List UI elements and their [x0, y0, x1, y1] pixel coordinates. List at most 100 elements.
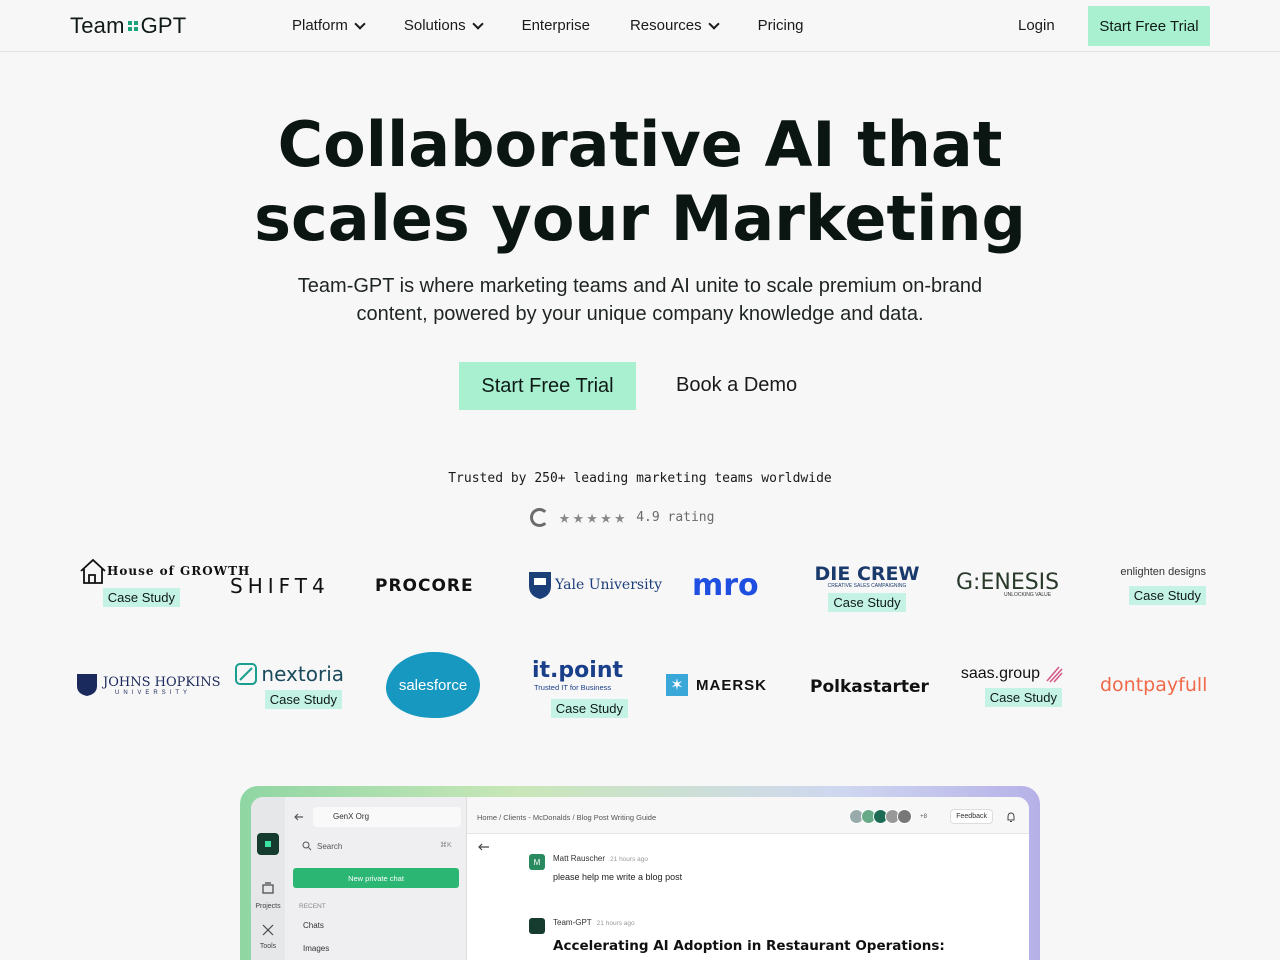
logo-enlighten-designs[interactable]: enlighten designs Case Study [1100, 566, 1206, 605]
logo-shift4: SHIFT4 [230, 574, 330, 598]
nav-item-label: Enterprise [521, 17, 590, 34]
logo-subtext: UNIVERSITY [115, 689, 192, 696]
sidebar-search[interactable]: Search [317, 842, 342, 851]
brand-logo[interactable]: Team GPT [70, 13, 186, 39]
jh-shield-icon [77, 674, 97, 696]
logo-procore: PROCORE [375, 576, 474, 596]
login-link[interactable]: Login [1018, 17, 1055, 34]
brand-mark-icon [127, 21, 138, 31]
logo-subtext: CREATIVE SALES CAMPAIGNING [827, 583, 907, 589]
saas-group-mark: saas.group [961, 664, 1064, 684]
logo-text: mro [692, 568, 759, 603]
chevron-down-icon [471, 17, 484, 30]
jh-text: JOHNS HOPKINS UNIVERSITY [103, 675, 221, 696]
start-free-trial-button[interactable]: Start Free Trial [1088, 6, 1210, 46]
message-time: 21 hours ago [596, 920, 635, 927]
hero-subtitle: Team-GPT is where marketing teams and AI… [260, 272, 1020, 328]
case-study-badge[interactable]: Case Study [550, 699, 628, 718]
message-text: please help me write a blog post [553, 872, 683, 882]
app-screenshot: Projects Tools GenX Org Search ⌘K New pr… [251, 797, 1029, 960]
logo-salesforce: salesforce [386, 652, 480, 718]
nav-item-pricing[interactable]: Pricing [758, 17, 804, 34]
top-navbar: Team GPT Platform Solutions Enterprise R… [0, 0, 1280, 52]
tools-icon[interactable] [261, 923, 275, 937]
message-author: Team-GPT 21 hours ago [553, 918, 635, 927]
case-study-badge[interactable]: Case Study [102, 588, 180, 607]
logo-subtext: UNLOCKING VALUE [1003, 592, 1052, 598]
team-gpt-avatar [529, 918, 545, 934]
message-author: Matt Rauscher 21 hours ago [553, 854, 648, 863]
sidebar-item-chats[interactable]: Chats [303, 921, 324, 930]
projects-icon[interactable] [261, 881, 275, 895]
logo-house-of-growth[interactable]: House of GROWTH Case Study [76, 558, 249, 607]
hero-title: Collaborative AI that scales your Market… [0, 108, 1280, 256]
logo-polkastarter: Polkastarter [810, 677, 929, 697]
nextoria-icon [235, 663, 258, 685]
app-logo-icon[interactable] [257, 833, 279, 855]
logo-text: MAERSK [696, 676, 768, 694]
breadcrumb-home[interactable]: Home [477, 813, 497, 822]
rating-text: 4.9 rating [636, 510, 715, 525]
collaborator-avatars[interactable]: +8 [849, 809, 931, 824]
case-study-badge[interactable]: Case Study [984, 688, 1062, 707]
star-rating-icon: ★★★★★ [559, 507, 629, 528]
author-name: Matt Rauscher [553, 854, 606, 863]
avatar [897, 809, 912, 824]
rail-label-tools: Tools [259, 943, 277, 950]
recent-header: RECENT [299, 903, 326, 910]
logo-text: Polkastarter [810, 677, 929, 697]
new-private-chat-button[interactable]: New private chat [293, 868, 459, 888]
app-preview-frame: Projects Tools GenX Org Search ⌘K New pr… [240, 786, 1040, 960]
logo-text: salesforce [398, 676, 468, 694]
nav-item-resources[interactable]: Resources [629, 17, 720, 34]
hero-title-line: Collaborative AI that [277, 108, 1003, 181]
bell-icon[interactable] [1005, 811, 1017, 823]
case-study-badge[interactable]: Case Study [1128, 586, 1206, 605]
logo-text: enlighten designs [1120, 566, 1206, 578]
case-study-badge[interactable]: Case Study [264, 690, 342, 709]
nav-item-platform[interactable]: Platform [292, 17, 366, 34]
new-chat-label: New private chat [348, 873, 404, 883]
chevron-down-icon [354, 17, 366, 30]
maersk-star-icon: ✶ [666, 674, 688, 696]
logo-text: JOHNS HOPKINS [103, 674, 221, 690]
hero-start-trial-button[interactable]: Start Free Trial [459, 362, 636, 410]
logo-yale: Yale University [527, 570, 662, 600]
logo-text: it.point [532, 658, 623, 683]
logo-itpoint[interactable]: it.point Trusted IT for Business Case St… [532, 658, 628, 718]
rail-label-projects: Projects [255, 903, 281, 910]
hero-title-line: scales your Marketing [254, 182, 1026, 255]
logo-text: PROCORE [375, 576, 474, 596]
back-arrow-icon[interactable] [477, 842, 491, 852]
logo-mro: mro [692, 568, 759, 603]
user-avatar: M [529, 854, 545, 870]
nav-item-label: Resources [629, 17, 702, 34]
response-heading: Accelerating AI Adoption in Restaurant O… [553, 938, 945, 954]
feedback-button[interactable]: Feedback [950, 809, 993, 824]
g2-logo-icon [530, 508, 549, 527]
brand-right: GPT [140, 13, 187, 38]
nav-item-enterprise[interactable]: Enterprise [522, 17, 590, 34]
logo-text: SHIFT4 [230, 574, 330, 598]
logo-johns-hopkins: JOHNS HOPKINS UNIVERSITY [76, 673, 221, 697]
sidebar-item-images[interactable]: Images [303, 944, 329, 953]
logo-text: Yale University [555, 577, 663, 593]
rating-row: ★★★★★ 4.9 rating [530, 507, 714, 528]
logo-text: nextoria [261, 662, 344, 686]
logo-die-crew[interactable]: DIE CREW CREATIVE SALES CAMPAIGNING Case… [815, 563, 919, 612]
app-main: Home / Clients - McDonalds / Blog Post W… [467, 797, 1029, 960]
breadcrumb-client[interactable]: Clients - McDonalds [503, 813, 570, 822]
nav-item-solutions[interactable]: Solutions [404, 17, 484, 34]
logo-nextoria[interactable]: nextoria Case Study [235, 662, 344, 709]
logo-saas-group[interactable]: saas.group Case Study [958, 664, 1064, 707]
logo-genesis: G:ENESIS UNLOCKING VALUE [956, 570, 1059, 598]
nav-item-label: Platform [292, 17, 348, 34]
breadcrumb-guide[interactable]: Blog Post Writing Guide [577, 813, 656, 822]
case-study-badge[interactable]: Case Study [828, 593, 906, 612]
book-demo-button[interactable]: Book a Demo [676, 374, 797, 397]
salesforce-cloud-icon: salesforce [386, 652, 480, 718]
org-selector[interactable]: GenX Org [313, 807, 461, 827]
house-icon [80, 558, 106, 584]
hero-subtitle-line: content, powered by your unique company … [356, 303, 924, 325]
back-arrow-icon[interactable] [293, 812, 305, 822]
